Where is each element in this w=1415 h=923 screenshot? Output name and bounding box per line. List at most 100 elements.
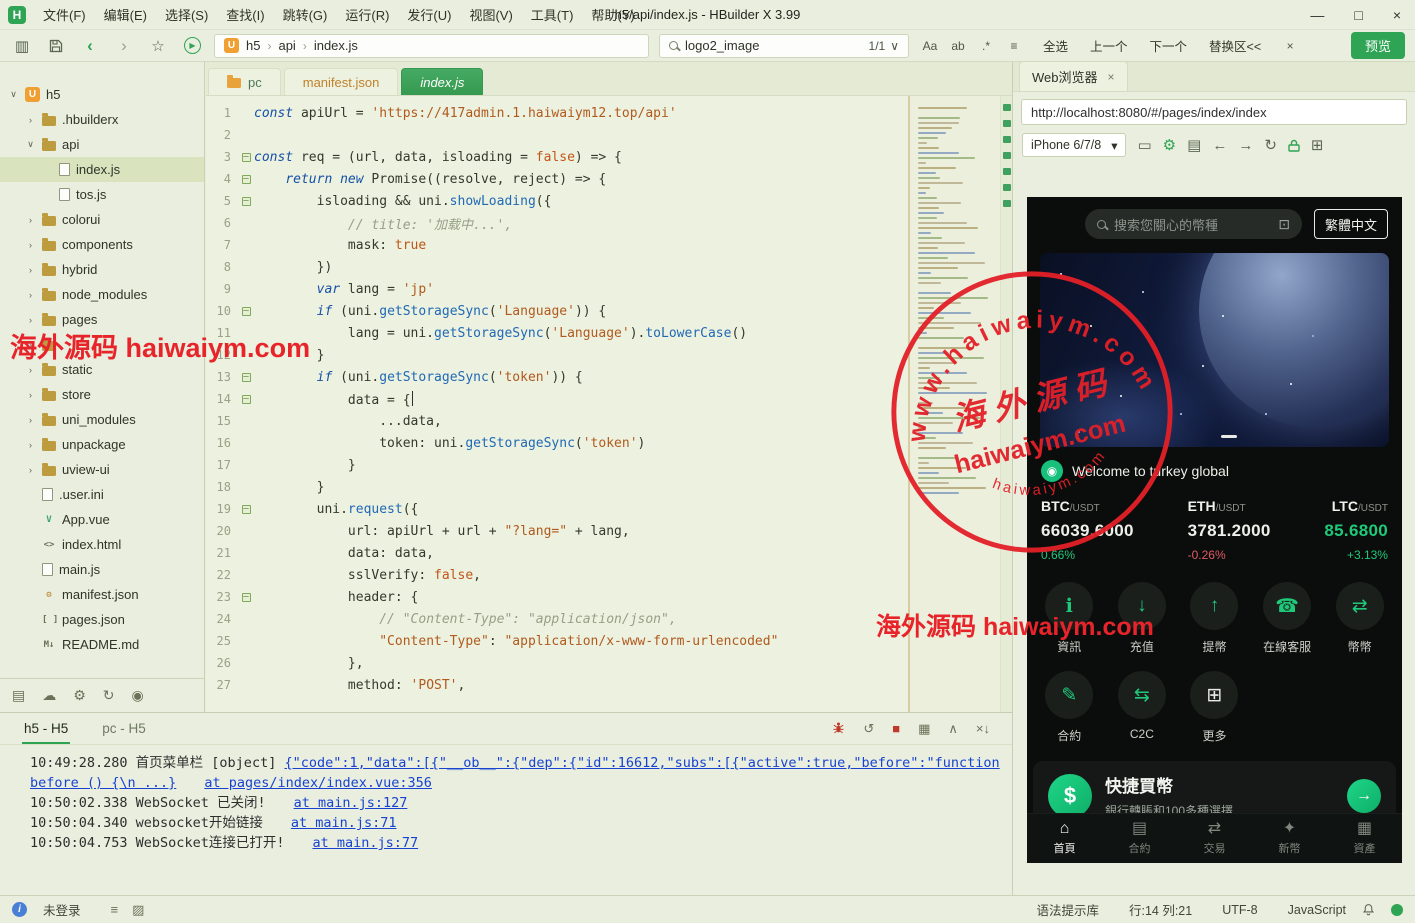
chevron-down-icon[interactable]: ∨ [890, 39, 899, 53]
feature-c2c[interactable]: ⇆C2C [1106, 663, 1179, 752]
explorer-files-icon[interactable]: ▤ [12, 687, 25, 704]
back-arrow-icon[interactable]: ← [1212, 137, 1227, 154]
new-window-icon[interactable]: ▭ [1137, 136, 1151, 154]
menu-工具(T)[interactable]: 工具(T) [522, 1, 583, 28]
find-action-下一个[interactable]: 下一个 [1142, 33, 1196, 58]
feature-info[interactable]: ℹ資訊 [1033, 574, 1106, 663]
tree-item-api[interactable]: ∨api [0, 132, 204, 157]
breadcrumb-item[interactable]: index.js [314, 38, 358, 53]
scan-icon[interactable]: ⊡ [1278, 216, 1290, 233]
log-source-link[interactable]: at main.js:71 [291, 815, 397, 831]
tree-item-index.html[interactable]: <>index.html [0, 532, 204, 557]
feature-contract[interactable]: ✎合約 [1033, 663, 1106, 752]
nav-資產[interactable]: ▦資產 [1327, 814, 1402, 863]
find-action-上一个[interactable]: 上一个 [1082, 33, 1136, 58]
fold-toggle-icon[interactable]: – [242, 175, 251, 184]
bookmark-star-icon[interactable]: ☆ [146, 35, 170, 57]
minimize-button[interactable]: — [1310, 7, 1324, 23]
nav-交易[interactable]: ⇄交易 [1177, 814, 1252, 863]
tree-item-uview-ui[interactable]: ›uview-ui [0, 457, 204, 482]
console-tab-h5 - H5[interactable]: h5 - H5 [22, 713, 70, 744]
fold-toggle-icon[interactable]: – [242, 593, 251, 602]
refresh-icon[interactable]: ↻ [1264, 136, 1277, 154]
clear-console-icon[interactable]: ×↓ [976, 721, 990, 736]
preview-button[interactable]: 预览 [1351, 32, 1405, 59]
tree-item-pages.json[interactable]: [ ]pages.json [0, 607, 204, 632]
navigate-forward-icon[interactable]: › [112, 35, 136, 57]
lock-icon[interactable] [1288, 139, 1300, 152]
editor-tab-pc[interactable]: pc [208, 68, 281, 95]
fold-toggle-icon[interactable]: – [242, 153, 251, 162]
editor-tab-manifest.json[interactable]: manifest.json [284, 68, 399, 95]
console-tab-pc - H5[interactable]: pc - H5 [100, 713, 148, 744]
image-preview-icon[interactable]: ▨ [132, 902, 144, 918]
status-行:14 列:21[interactable]: 行:14 列:21 [1129, 900, 1192, 919]
tree-item-.user.ini[interactable]: .user.ini [0, 482, 204, 507]
nav-首頁[interactable]: ⌂首頁 [1027, 814, 1102, 863]
browser-tab[interactable]: Web浏览器 × [1019, 61, 1128, 91]
breadcrumb-item[interactable]: api [278, 38, 295, 53]
hero-banner[interactable] [1040, 253, 1389, 447]
export-image-icon[interactable]: ▦ [918, 721, 930, 737]
fold-toggle-icon[interactable]: – [242, 197, 251, 206]
minimap[interactable] [908, 96, 1000, 712]
menu-选择(S)[interactable]: 选择(S) [156, 1, 217, 28]
menu-编辑(E)[interactable]: 编辑(E) [95, 1, 156, 28]
feature-spot[interactable]: ⇄幣幣 [1323, 574, 1396, 663]
account-info-icon[interactable]: i [12, 902, 27, 917]
close-icon[interactable]: × [1108, 70, 1115, 84]
status-UTF-8[interactable]: UTF-8 [1222, 903, 1257, 917]
ticker-ETH[interactable]: ETH/USDT3781.2000-0.26% [1188, 498, 1271, 562]
regex-button[interactable]: .* [975, 35, 997, 56]
log-source-link[interactable]: at pages/index/index.vue:356 [204, 775, 432, 791]
device-select[interactable]: iPhone 6/7/8 ▾ [1022, 133, 1126, 157]
tree-item-index.js[interactable]: index.js [0, 157, 204, 182]
tree-item-pages[interactable]: ›pages [0, 307, 204, 332]
coin-search-input[interactable]: 搜索您關心的幣種 ⊡ [1085, 209, 1302, 239]
cloud-icon[interactable]: ☁ [42, 687, 56, 704]
url-input[interactable] [1021, 99, 1407, 125]
status-语法提示库[interactable]: 语法提示库 [1036, 900, 1099, 919]
forward-arrow-icon[interactable]: → [1238, 137, 1253, 154]
find-input[interactable]: logo2_image 1/1 ∨ [659, 34, 909, 58]
editor-tab-index.js[interactable]: index.js [401, 68, 483, 95]
tree-item-tos.js[interactable]: tos.js [0, 182, 204, 207]
find-action-替换区<<[interactable]: 替换区<< [1201, 33, 1269, 58]
menu-跳转(G)[interactable]: 跳转(G) [274, 1, 337, 28]
editor-scrollbar[interactable] [1000, 96, 1012, 712]
menu-查找(I)[interactable]: 查找(I) [217, 1, 273, 28]
fold-toggle-icon[interactable]: – [242, 505, 251, 514]
fold-toggle-icon[interactable]: – [242, 395, 251, 404]
maxim ize-button[interactable]: □ [1354, 7, 1362, 23]
close-find-icon[interactable]: × [1279, 35, 1301, 56]
tree-item-components[interactable]: ›components [0, 232, 204, 257]
console-panel-icon[interactable]: ▤ [1187, 136, 1201, 154]
tree-item-hybrid[interactable]: ›hybrid [0, 257, 204, 282]
tree-item-node_modules[interactable]: ›node_modules [0, 282, 204, 307]
save-icon[interactable] [44, 35, 68, 57]
feature-service[interactable]: ☎在線客服 [1251, 574, 1324, 663]
run-icon[interactable]: ▶ [180, 35, 204, 57]
find-filter-button[interactable]: ≡ [1003, 35, 1025, 56]
arrow-right-icon[interactable]: → [1347, 779, 1381, 813]
qr-grid-icon[interactable]: ⊞ [1311, 136, 1324, 154]
tree-item-obscured[interactable]: › [0, 332, 204, 357]
history-icon[interactable]: ↺ [863, 721, 874, 737]
notification-bell-icon[interactable] [1362, 903, 1375, 916]
ticker-BTC[interactable]: BTC/USDT66039.60000.66% [1041, 498, 1134, 562]
nav-合約[interactable]: ▤合約 [1102, 814, 1177, 863]
tree-item-main.js[interactable]: main.js [0, 557, 204, 582]
tree-item-manifest.json[interactable]: ⚙manifest.json [0, 582, 204, 607]
tree-item-colorui[interactable]: ›colorui [0, 207, 204, 232]
debug-ant-icon[interactable] [832, 721, 845, 737]
log-source-link[interactable]: at main.js:77 [312, 835, 418, 851]
tree-item-.hbuilderx[interactable]: ›.hbuilderx [0, 107, 204, 132]
fold-toggle-icon[interactable]: – [242, 373, 251, 382]
toggle-sidebar-icon[interactable]: ▥ [10, 35, 34, 57]
menu-运行(R)[interactable]: 运行(R) [336, 1, 398, 28]
menu-文件(F)[interactable]: 文件(F) [34, 1, 95, 28]
language-button[interactable]: 繁體中文 [1314, 209, 1388, 239]
ticker-LTC[interactable]: LTC/USDT85.6800+3.13% [1324, 498, 1388, 562]
navigate-back-icon[interactable]: ‹ [78, 35, 102, 57]
match-case-button[interactable]: Aa [919, 35, 941, 56]
